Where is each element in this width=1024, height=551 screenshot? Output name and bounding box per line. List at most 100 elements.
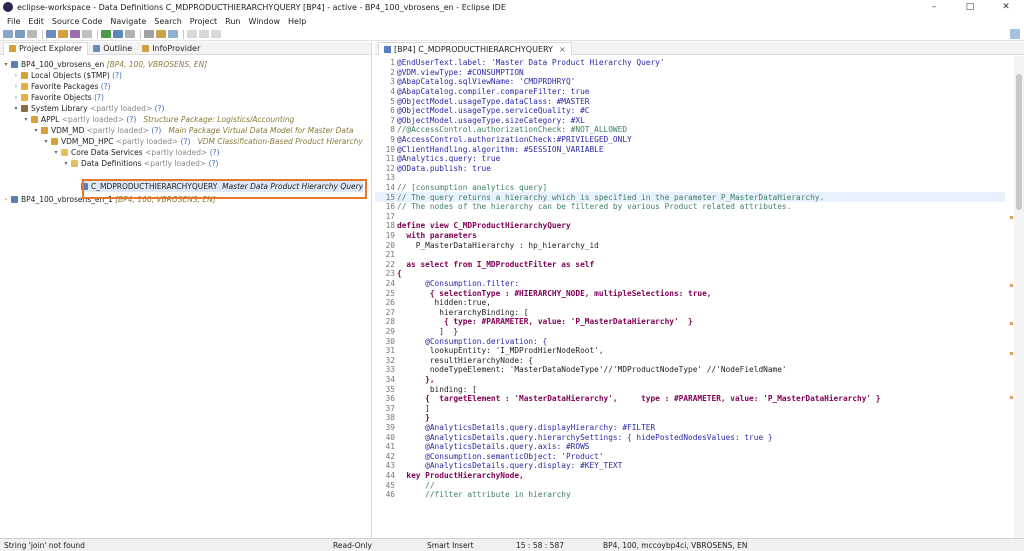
code-line[interactable]: 6 @ObjectModel.usageType.serviceQuality: … — [375, 106, 1005, 116]
code-line[interactable]: 36 { targetElement : 'MasterDataHierarch… — [375, 394, 1005, 404]
code-line[interactable]: 27 hierarchyBinding: [ — [375, 308, 1005, 318]
code-line[interactable]: 39 @AnalyticsDetails.query.displayHierar… — [375, 423, 1005, 433]
code-line[interactable]: 23{ — [375, 269, 1005, 279]
forward-icon[interactable] — [199, 30, 209, 38]
code-line[interactable]: 4 @AbapCatalog.compiler.compareFilter: tr… — [375, 87, 1005, 97]
close-button[interactable]: ✕ — [988, 2, 1024, 12]
code-line[interactable]: 8//@AccessControl.authorizationCheck: #N… — [375, 125, 1005, 135]
code-line[interactable]: 43 @AnalyticsDetails.query.display: #KEY… — [375, 461, 1005, 471]
expand-arrow-icon[interactable]: ▾ — [33, 127, 39, 134]
menu-edit[interactable]: Edit — [24, 17, 48, 26]
occurrence-marker[interactable] — [1010, 216, 1013, 219]
code-area[interactable]: 1 @EndUserText.label: 'Master Data Produc… — [375, 56, 1011, 538]
code-line[interactable]: 35 binding: [ — [375, 384, 1005, 394]
menu-help[interactable]: Help — [284, 17, 310, 26]
expand-arrow-icon[interactable]: ▾ — [3, 61, 9, 68]
debug-icon[interactable] — [113, 30, 123, 38]
tree-node-vdm-md[interactable]: ▾ VDM_MD <partly loaded> (?) Main Packag… — [33, 125, 353, 136]
code-line[interactable]: 12 @OData.publish: true — [375, 164, 1005, 174]
code-line[interactable]: 46 //filter attribute in hierarchy — [375, 490, 1005, 500]
code-line[interactable]: 11 @Analytics.query: true — [375, 154, 1005, 164]
code-line[interactable]: 19 with parameters — [375, 231, 1005, 241]
occurrence-marker[interactable] — [1010, 322, 1013, 325]
tree-node-favorite-packages[interactable]: › Favorite Packages (?) — [13, 81, 111, 92]
tree-node-local-objects[interactable]: › Local Objects ($TMP) (?) — [13, 70, 122, 81]
code-line[interactable]: 3 @AbapCatalog.sqlViewName: 'CMDPRDHRYQ' — [375, 77, 1005, 87]
new-icon[interactable] — [3, 30, 13, 38]
code-line[interactable]: 16// The nodes of the hierarchy can be f… — [375, 202, 1005, 212]
code-line[interactable]: 30 @Consumption.derivation: { — [375, 336, 1005, 346]
expand-arrow-icon[interactable]: ▾ — [13, 105, 19, 112]
code-line[interactable]: 9 @AccessControl.authorizationCheck:#PRIV… — [375, 135, 1005, 145]
menu-navigate[interactable]: Navigate — [106, 17, 150, 26]
last-edit-icon[interactable] — [211, 30, 221, 38]
tree-node-vdm-md-hpc[interactable]: ▾ VDM_MD_HPC <partly loaded> (?) VDM Cla… — [43, 136, 362, 147]
close-tab-icon[interactable]: × — [559, 45, 566, 54]
code-line[interactable]: 34 }, — [375, 375, 1005, 385]
scrollbar-thumb[interactable] — [1016, 74, 1022, 210]
occurrence-marker[interactable] — [1010, 352, 1013, 355]
perspective-icon[interactable] — [1010, 29, 1020, 39]
expand-arrow-icon[interactable]: ▾ — [43, 138, 49, 145]
code-line[interactable]: 13 — [375, 173, 1005, 183]
open-object-icon[interactable] — [168, 30, 178, 38]
code-line[interactable]: 2 @VDM.viewType: #CONSUMPTION — [375, 68, 1005, 78]
code-line[interactable]: 1 @EndUserText.label: 'Master Data Produc… — [375, 58, 1005, 68]
code-line[interactable]: 32 resultHierarchyNode: { — [375, 356, 1005, 366]
code-line[interactable]: 40 @AnalyticsDetails.query.hierarchySett… — [375, 432, 1005, 442]
code-line[interactable]: 26 hidden:true, — [375, 298, 1005, 308]
tab-infoprovider[interactable]: InfoProvider — [137, 42, 205, 55]
tree-node-appl[interactable]: ▾ APPL <partly loaded> (?) Structure Pac… — [23, 114, 294, 125]
code-line[interactable]: 24 @Consumption.filter: — [375, 279, 1005, 289]
tree-node-system-library[interactable]: ▾ System Library <partly loaded> (?) — [13, 103, 164, 114]
maximize-button[interactable]: □ — [952, 2, 988, 12]
code-line[interactable]: 22 as select from I_MDProductFilter as s… — [375, 260, 1005, 270]
editor-tab[interactable]: [BP4] C_MDPRODUCTHIERARCHYQUERY × — [378, 42, 572, 55]
open-type-icon[interactable] — [156, 30, 166, 38]
code-line[interactable]: 42 @Consumption.semanticObject: 'Product… — [375, 452, 1005, 462]
code-line[interactable]: 44 key ProductHierarchyNode, — [375, 471, 1005, 481]
code-line[interactable]: 14// [consumption analytics query] — [375, 183, 1005, 193]
code-line[interactable]: 7 @ObjectModel.usageType.sizeCategory: #X… — [375, 116, 1005, 126]
code-line[interactable]: 5 @ObjectModel.usageType.dataClass: #MAST… — [375, 96, 1005, 106]
search-icon[interactable] — [144, 30, 154, 38]
code-line[interactable]: 29 ] } — [375, 327, 1005, 337]
editor-scrollbar[interactable] — [1014, 56, 1024, 538]
tree-node-project[interactable]: ▾ BP4_100_vbrosens_en [BP4, 100, VBROSEN… — [3, 59, 207, 70]
code-line[interactable]: 25 { selectionType : #HIERARCHY_NODE, mu… — [375, 288, 1005, 298]
activate-icon[interactable] — [70, 30, 80, 38]
run-icon[interactable] — [101, 30, 111, 38]
menu-file[interactable]: File — [3, 17, 24, 26]
expand-arrow-icon[interactable]: ▾ — [23, 116, 29, 123]
code-line[interactable]: 28 { type: #PARAMETER, value: 'P_MasterD… — [375, 317, 1005, 327]
expand-arrow-icon[interactable]: ▾ — [53, 149, 59, 156]
tree-node-core-data-services[interactable]: ▾ Core Data Services <partly loaded> (?) — [53, 147, 219, 158]
occurrence-marker[interactable] — [1010, 396, 1013, 399]
collapsed-arrow-icon[interactable]: › — [13, 83, 19, 90]
tree-node-favorite-objects[interactable]: › Favorite Objects (?) — [13, 92, 104, 103]
menu-search[interactable]: Search — [150, 17, 185, 26]
code-line[interactable]: 18 define view C_MDProductHierarchyQuery — [375, 221, 1005, 231]
tree-node-data-definitions[interactable]: ▾ Data Definitions <partly loaded> (?) — [63, 158, 218, 169]
code-line[interactable]: 41 @AnalyticsDetails.query.axis: #ROWS — [375, 442, 1005, 452]
occurrence-marker[interactable] — [1010, 284, 1013, 287]
code-line[interactable]: 21 — [375, 250, 1005, 260]
code-line[interactable]: 37 ] — [375, 404, 1005, 414]
code-line[interactable]: 38 } — [375, 413, 1005, 423]
tab-project-explorer[interactable]: Project Explorer — [3, 41, 89, 55]
collapsed-arrow-icon[interactable]: › — [3, 196, 9, 203]
package-icon[interactable] — [58, 30, 68, 38]
code-line[interactable]: 10 @ClientHandling.algorithm: #SESSION_VA… — [375, 144, 1005, 154]
menu-run[interactable]: Run — [221, 17, 244, 26]
save-all-icon[interactable] — [27, 30, 37, 38]
check-icon[interactable] — [82, 30, 92, 38]
minimize-button[interactable]: – — [916, 2, 952, 12]
collapsed-arrow-icon[interactable]: › — [13, 94, 19, 101]
menu-window[interactable]: Window — [244, 17, 284, 26]
code-line[interactable]: 20 P_MasterDataHierarchy : hp_hierarchy_… — [375, 240, 1005, 250]
code-line[interactable]: 45 // — [375, 480, 1005, 490]
external-tools-icon[interactable] — [125, 30, 135, 38]
code-line[interactable]: 17 — [375, 212, 1005, 222]
abap-project-icon[interactable] — [46, 30, 56, 38]
menu-project[interactable]: Project — [186, 17, 221, 26]
